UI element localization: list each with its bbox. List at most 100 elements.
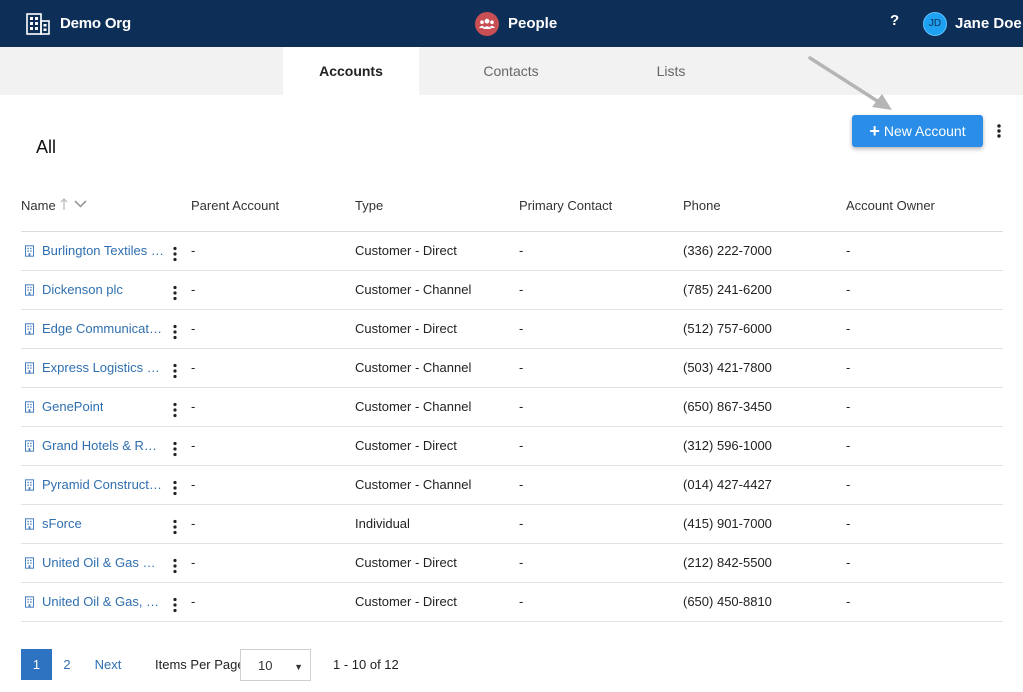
cell-phone: (312) 596-1000	[683, 438, 772, 453]
row-actions-icon[interactable]	[172, 363, 178, 379]
column-primary-contact[interactable]: Primary Contact	[519, 198, 612, 213]
row-actions-icon[interactable]	[172, 324, 178, 340]
row-actions-icon[interactable]	[172, 558, 178, 574]
account-name-link[interactable]: United Oil & Gas, Singapore	[42, 594, 164, 609]
app-name: People	[508, 15, 558, 32]
cell-name: United Oil & Gas Corp.	[24, 555, 164, 570]
column-type[interactable]: Type	[355, 198, 383, 213]
account-name-link[interactable]: Burlington Textiles Corp of America	[42, 243, 164, 258]
account-name-link[interactable]: Edge Communications	[42, 321, 164, 336]
table-row: Grand Hotels & Resorts Ltd - Customer - Di…	[21, 427, 1003, 466]
cell-parent-account: -	[191, 555, 196, 570]
account-name-link[interactable]: GenePoint	[42, 399, 103, 414]
top-bar: Demo Org People ? JD Jane Doe	[0, 0, 1023, 47]
cell-account-owner: -	[846, 594, 851, 609]
cell-type: Customer - Channel	[355, 399, 472, 414]
page-2-button[interactable]: 2	[59, 649, 75, 680]
account-icon	[25, 517, 34, 530]
account-icon	[25, 244, 34, 257]
column-name[interactable]: Name	[21, 198, 56, 213]
cell-primary-contact: -	[519, 243, 524, 258]
page-title: All	[36, 137, 57, 157]
tab-contacts[interactable]: Contacts	[443, 47, 579, 95]
page-1-button[interactable]: 1	[21, 649, 52, 680]
table-row: sForce - Individual - (415) 901-7000 -	[21, 505, 1003, 544]
cell-primary-contact: -	[519, 399, 524, 414]
account-icon	[25, 556, 34, 569]
accounts-table: Name Parent Account Type Primary Contact…	[21, 186, 1003, 622]
table-row: Edge Communications - Customer - Direct - (5…	[21, 310, 1003, 349]
help-button[interactable]: ?	[890, 12, 899, 29]
cell-type: Customer - Direct	[355, 594, 457, 609]
tab-lists[interactable]: Lists	[603, 47, 739, 95]
cell-name: Grand Hotels & Resorts Ltd	[24, 438, 164, 453]
column-phone[interactable]: Phone	[683, 198, 721, 213]
cell-primary-contact: -	[519, 516, 524, 531]
cell-phone: (650) 867-3450	[683, 399, 772, 414]
account-name-link[interactable]: Pyramid Construction Inc.	[42, 477, 164, 492]
user-name: Jane Doe	[955, 15, 1022, 32]
cell-parent-account: -	[191, 321, 196, 336]
org-name: Demo Org	[60, 15, 131, 32]
cell-name: Express Logistics and Transport	[24, 360, 164, 375]
account-name-link[interactable]: Grand Hotels & Resorts Ltd	[42, 438, 164, 453]
chevron-down-icon[interactable]	[74, 200, 87, 208]
sort-ascending-icon[interactable]	[60, 197, 68, 211]
more-options-icon[interactable]	[994, 123, 1004, 139]
row-actions-icon[interactable]	[172, 441, 178, 457]
cell-phone: (212) 842-5500	[683, 555, 772, 570]
items-per-page-value: 10	[258, 657, 273, 673]
column-parent-account[interactable]: Parent Account	[191, 198, 279, 213]
row-actions-icon[interactable]	[172, 597, 178, 613]
cell-type: Customer - Channel	[355, 360, 472, 375]
cell-phone: (503) 421-7800	[683, 360, 772, 375]
row-actions-icon[interactable]	[172, 402, 178, 418]
row-actions-icon[interactable]	[172, 519, 178, 535]
account-icon	[25, 322, 34, 335]
cell-name: sForce	[24, 516, 164, 531]
cell-phone: (415) 901-7000	[683, 516, 772, 531]
cell-phone: (785) 241-6200	[683, 282, 772, 297]
sort-controls[interactable]	[60, 197, 87, 211]
cell-account-owner: -	[846, 516, 851, 531]
items-per-page-select[interactable]: 10 ▼	[240, 649, 311, 681]
account-name-link[interactable]: United Oil & Gas Corp.	[42, 555, 164, 570]
table-row: Burlington Textiles Corp of America - Cust…	[21, 232, 1003, 271]
account-name-link[interactable]: sForce	[42, 516, 82, 531]
account-name-link[interactable]: Dickenson plc	[42, 282, 123, 297]
page-range: 1 - 10 of 12	[333, 657, 399, 672]
row-actions-icon[interactable]	[172, 246, 178, 262]
tab-accounts[interactable]: Accounts	[283, 47, 419, 95]
cell-parent-account: -	[191, 594, 196, 609]
plus-icon: +	[869, 120, 880, 141]
table-row: United Oil & Gas, Singapore - Customer - D…	[21, 583, 1003, 622]
account-icon	[25, 400, 34, 413]
cell-parent-account: -	[191, 477, 196, 492]
user-menu[interactable]: JD Jane Doe	[923, 0, 1022, 47]
account-icon	[25, 361, 34, 374]
cell-name: Burlington Textiles Corp of America	[24, 243, 164, 258]
cell-account-owner: -	[846, 360, 851, 375]
cell-primary-contact: -	[519, 360, 524, 375]
account-icon	[25, 595, 34, 608]
cell-account-owner: -	[846, 555, 851, 570]
cell-phone: (650) 450-8810	[683, 594, 772, 609]
column-account-owner[interactable]: Account Owner	[846, 198, 935, 213]
cell-name: Pyramid Construction Inc.	[24, 477, 164, 492]
cell-parent-account: -	[191, 516, 196, 531]
new-account-button[interactable]: + New Account	[852, 115, 983, 147]
avatar: JD	[923, 11, 947, 36]
cell-type: Customer - Channel	[355, 477, 472, 492]
row-actions-icon[interactable]	[172, 285, 178, 301]
account-name-link[interactable]: Express Logistics and Transport	[42, 360, 164, 375]
cell-type: Customer - Direct	[355, 555, 457, 570]
cell-name: Edge Communications	[24, 321, 164, 336]
cell-primary-contact: -	[519, 477, 524, 492]
next-page-button[interactable]: Next	[93, 649, 123, 680]
row-actions-icon[interactable]	[172, 480, 178, 496]
org-switcher[interactable]: Demo Org	[26, 0, 131, 47]
cell-phone: (512) 757-6000	[683, 321, 772, 336]
cell-parent-account: -	[191, 438, 196, 453]
account-icon	[25, 439, 34, 452]
app-switcher[interactable]: People	[475, 0, 557, 47]
